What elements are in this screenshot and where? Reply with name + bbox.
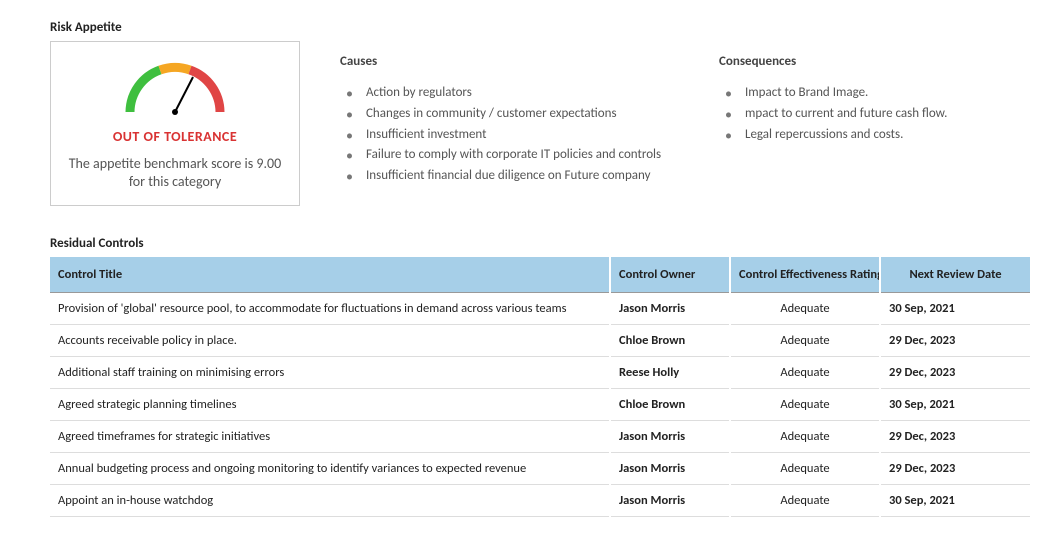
risk-appetite-title: Risk Appetite xyxy=(50,20,300,35)
gauge-icon xyxy=(115,52,235,122)
table-row: Additional staff training on minimising … xyxy=(50,357,1030,389)
cell-next-review: 29 Dec, 2023 xyxy=(880,453,1030,485)
cell-control-owner: Jason Morris xyxy=(610,453,730,485)
cell-control-title: Additional staff training on minimising … xyxy=(50,357,610,389)
header-control-title: Control Title xyxy=(50,257,610,293)
table-row: Appoint an in-house watchdogJason Morris… xyxy=(50,485,1030,517)
causes-block: Causes Action by regulatorsChanges in co… xyxy=(340,20,679,206)
consequences-list: Impact to Brand Image.mpact to current a… xyxy=(719,83,989,145)
consequences-block: Consequences Impact to Brand Image.mpact… xyxy=(719,20,989,206)
consequences-title: Consequences xyxy=(719,54,989,69)
cell-control-title: Appoint an in-house watchdog xyxy=(50,485,610,517)
table-row: Agreed strategic planning timelinesChloe… xyxy=(50,389,1030,421)
gauge-status-label: OUT OF TOLERANCE xyxy=(65,128,285,145)
cell-effectiveness: Adequate xyxy=(730,325,880,357)
table-row: Accounts receivable policy in place.Chlo… xyxy=(50,325,1030,357)
cell-control-title: Annual budgeting process and ongoing mon… xyxy=(50,453,610,485)
header-next-review: Next Review Date xyxy=(880,257,1030,293)
cell-next-review: 29 Dec, 2023 xyxy=(880,421,1030,453)
cell-control-owner: Chloe Brown xyxy=(610,325,730,357)
cell-next-review: 30 Sep, 2021 xyxy=(880,293,1030,325)
causes-list: Action by regulatorsChanges in community… xyxy=(340,83,679,187)
consequence-item: Impact to Brand Image. xyxy=(725,83,989,104)
table-row: Agreed timeframes for strategic initiati… xyxy=(50,421,1030,453)
table-header-row: Control Title Control Owner Control Effe… xyxy=(50,257,1030,293)
cell-control-title: Agreed timeframes for strategic initiati… xyxy=(50,421,610,453)
gauge-box: OUT OF TOLERANCE The appetite benchmark … xyxy=(50,41,300,206)
risk-appetite-block: Risk Appetite OUT OF TOLERANCE The appet… xyxy=(50,20,300,206)
cell-control-owner: Reese Holly xyxy=(610,357,730,389)
cell-effectiveness: Adequate xyxy=(730,485,880,517)
controls-table: Control Title Control Owner Control Effe… xyxy=(50,257,1030,517)
controls-section-title: Residual Controls xyxy=(50,236,989,251)
consequence-item: Legal repercussions and costs. xyxy=(725,125,989,146)
cause-item: Changes in community / customer expectat… xyxy=(346,104,679,125)
cell-control-title: Accounts receivable policy in place. xyxy=(50,325,610,357)
header-effectiveness: Control Effectiveness Rating xyxy=(730,257,880,293)
top-section: Risk Appetite OUT OF TOLERANCE The appet… xyxy=(50,20,989,206)
cause-item: Insufficient financial due diligence on … xyxy=(346,166,679,187)
cell-effectiveness: Adequate xyxy=(730,293,880,325)
consequence-item: mpact to current and future cash flow. xyxy=(725,104,989,125)
gauge-description: The appetite benchmark score is 9.00 for… xyxy=(65,155,285,191)
cell-next-review: 30 Sep, 2021 xyxy=(880,389,1030,421)
cell-next-review: 29 Dec, 2023 xyxy=(880,357,1030,389)
cell-effectiveness: Adequate xyxy=(730,421,880,453)
causes-title: Causes xyxy=(340,54,679,69)
cell-control-owner: Jason Morris xyxy=(610,485,730,517)
table-row: Provision of 'global' resource pool, to … xyxy=(50,293,1030,325)
cause-item: Action by regulators xyxy=(346,83,679,104)
cause-item: Insufficient investment xyxy=(346,125,679,146)
cell-control-owner: Jason Morris xyxy=(610,421,730,453)
cell-control-title: Provision of 'global' resource pool, to … xyxy=(50,293,610,325)
cell-effectiveness: Adequate xyxy=(730,357,880,389)
cell-control-title: Agreed strategic planning timelines xyxy=(50,389,610,421)
table-row: Annual budgeting process and ongoing mon… xyxy=(50,453,1030,485)
header-control-owner: Control Owner xyxy=(610,257,730,293)
cell-next-review: 29 Dec, 2023 xyxy=(880,325,1030,357)
cell-effectiveness: Adequate xyxy=(730,389,880,421)
cell-effectiveness: Adequate xyxy=(730,453,880,485)
cause-item: Failure to comply with corporate IT poli… xyxy=(346,145,679,166)
cell-control-owner: Jason Morris xyxy=(610,293,730,325)
cell-next-review: 30 Sep, 2021 xyxy=(880,485,1030,517)
cell-control-owner: Chloe Brown xyxy=(610,389,730,421)
